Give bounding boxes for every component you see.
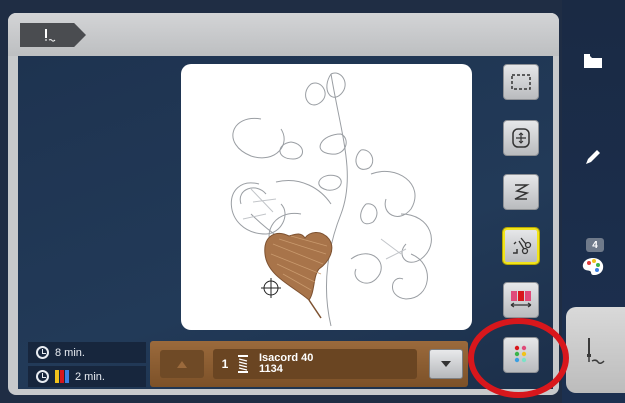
- select-area-icon: [511, 74, 531, 90]
- thread-name: Isacord 40 1134: [259, 353, 313, 375]
- color-palette-icon: [582, 258, 604, 275]
- color-palette-button[interactable]: 4: [576, 238, 610, 278]
- clock-icon: [36, 370, 49, 383]
- clock-icon: [36, 346, 49, 359]
- top-bar: [8, 13, 559, 56]
- thread-code: 1134: [259, 363, 283, 375]
- thread-bar: 1 Isacord 40 1134: [150, 341, 468, 387]
- embroidery-canvas[interactable]: [181, 64, 472, 330]
- total-time-value: 8 min.: [55, 346, 85, 359]
- move-hoop-icon: [512, 128, 530, 148]
- stitch-path-icon: [514, 184, 530, 200]
- color-sequence-button[interactable]: [503, 282, 539, 318]
- highlight-ring: [468, 318, 569, 398]
- color-sequence-icon: [510, 291, 532, 308]
- cut-jump-icon: [513, 237, 532, 255]
- needle-tab-icon: [45, 29, 56, 42]
- needle-tab[interactable]: [20, 23, 86, 47]
- thread-dropdown-button[interactable]: [429, 349, 463, 379]
- embroidery-tab[interactable]: [566, 307, 625, 393]
- thread-info[interactable]: 1 Isacord 40 1134: [213, 349, 417, 379]
- pencil-icon[interactable]: [576, 140, 610, 174]
- color-time-value: 2 min.: [75, 370, 105, 383]
- embroidery-needle-icon: [586, 338, 605, 365]
- total-time: 8 min.: [28, 342, 146, 363]
- folder-icon[interactable]: [576, 44, 610, 78]
- thread-number: 1: [221, 357, 229, 371]
- stitch-path-button[interactable]: [503, 174, 539, 210]
- chevron-down-icon: [441, 361, 451, 367]
- cut-jump-button[interactable]: [503, 228, 539, 264]
- move-hoop-button[interactable]: [503, 120, 539, 156]
- color-time: 2 min.: [28, 366, 146, 387]
- thread-spool-icon: [238, 355, 248, 373]
- embroidery-design: [230, 72, 432, 327]
- arrow-up-icon: [177, 360, 187, 368]
- previous-color-button[interactable]: [160, 350, 204, 378]
- select-area-button[interactable]: [503, 64, 539, 100]
- color-count-badge: 4: [586, 238, 604, 252]
- color-bars-icon: [55, 370, 69, 383]
